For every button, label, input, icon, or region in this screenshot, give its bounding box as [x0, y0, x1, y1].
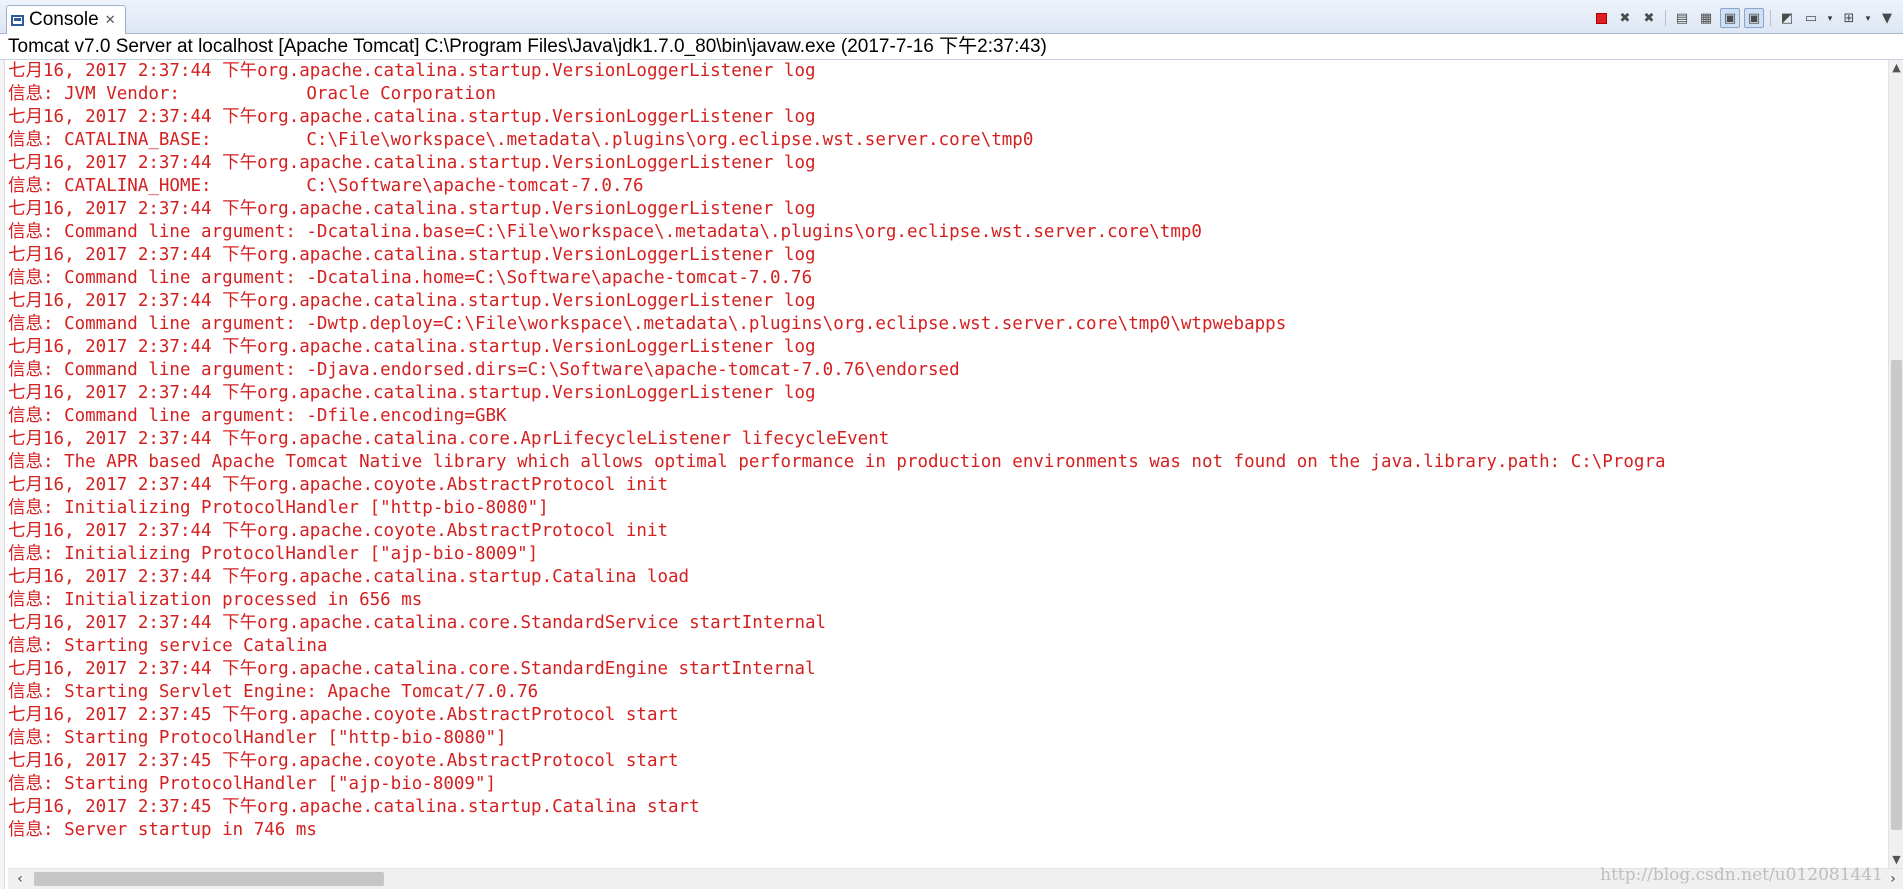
chevron-down-icon[interactable]: ▾: [1863, 13, 1873, 24]
scroll-lock-icon[interactable]: ▦: [1696, 8, 1716, 28]
log-line: 信息: The APR based Apache Tomcat Native l…: [8, 452, 1666, 472]
log-line: 七月16, 2017 2:37:45 下午org.apache.coyote.A…: [8, 705, 679, 725]
log-line: 七月16, 2017 2:37:44 下午org.apache.catalina…: [8, 337, 816, 357]
close-icon[interactable]: ✕: [105, 12, 116, 28]
log-line: 七月16, 2017 2:37:45 下午org.apache.coyote.A…: [8, 751, 679, 771]
console-toolbar: ✖ ✖ ▤ ▦ ▣ ▣ ◩ ▭ ▾ ⊞ ▾ ▼: [1591, 8, 1897, 28]
log-line: 信息: Starting Servlet Engine: Apache Tomc…: [8, 682, 539, 702]
display-selected-console-icon[interactable]: ▭: [1801, 8, 1821, 28]
log-line: 信息: CATALINA_HOME: C:\Software\apache-to…: [8, 176, 644, 196]
log-line: 七月16, 2017 2:37:45 下午org.apache.catalina…: [8, 797, 700, 817]
log-line: 七月16, 2017 2:37:44 下午org.apache.coyote.A…: [8, 521, 669, 541]
log-line: 信息: CATALINA_BASE: C:\File\workspace\.me…: [8, 130, 1034, 150]
log-line: 信息: Initializing ProtocolHandler ["ajp-b…: [8, 544, 539, 564]
log-line: 七月16, 2017 2:37:44 下午org.apache.catalina…: [8, 61, 816, 81]
show-stdout-icon[interactable]: ▣: [1720, 8, 1740, 28]
vertical-scroll-thumb[interactable]: [1891, 360, 1902, 830]
log-line: 信息: Starting ProtocolHandler ["ajp-bio-8…: [8, 774, 497, 794]
scroll-left-icon[interactable]: ‹: [12, 869, 28, 889]
console-view: Console ✕ ✖ ✖ ▤ ▦ ▣ ▣ ◩ ▭ ▾ ⊞ ▾ ▼ Tomcat…: [0, 0, 1903, 889]
log-line: 七月16, 2017 2:37:44 下午org.apache.catalina…: [8, 245, 816, 265]
scroll-right-icon[interactable]: ›: [1885, 869, 1901, 889]
tab-title: Console: [29, 9, 99, 30]
console-output[interactable]: 七月16, 2017 2:37:44 下午org.apache.catalina…: [8, 60, 1888, 860]
view-menu-icon[interactable]: ▼: [1877, 8, 1897, 28]
process-label: Tomcat v7.0 Server at localhost [Apache …: [0, 34, 1903, 60]
log-line: 信息: Server startup in 746 ms: [8, 820, 317, 840]
log-line: 信息: Starting service Catalina: [8, 636, 328, 656]
editor-left-margin: [0, 60, 5, 889]
clear-console-icon[interactable]: ▤: [1672, 8, 1692, 28]
open-console-icon[interactable]: ⊞: [1839, 8, 1859, 28]
log-line: 七月16, 2017 2:37:44 下午org.apache.catalina…: [8, 659, 816, 679]
log-line: 信息: Command line argument: -Dcatalina.ho…: [8, 268, 813, 288]
scroll-up-icon[interactable]: ▲: [1889, 60, 1903, 76]
remove-all-terminated-icon[interactable]: ✖: [1639, 8, 1659, 28]
watermark: http://blog.csdn.net/u012081441: [1600, 865, 1883, 885]
log-line: 七月16, 2017 2:37:44 下午org.apache.catalina…: [8, 107, 816, 127]
log-line: 信息: Starting ProtocolHandler ["http-bio-…: [8, 728, 507, 748]
log-line: 信息: Command line argument: -Dfile.encodi…: [8, 406, 507, 426]
log-line: 七月16, 2017 2:37:44 下午org.apache.catalina…: [8, 153, 816, 173]
log-line: 七月16, 2017 2:37:44 下午org.apache.catalina…: [8, 613, 827, 633]
tab-console[interactable]: Console ✕: [6, 5, 126, 34]
log-line: 信息: Initialization processed in 656 ms: [8, 590, 423, 610]
scroll-down-icon[interactable]: ▼: [1889, 852, 1903, 868]
log-line: 七月16, 2017 2:37:44 下午org.apache.catalina…: [8, 567, 690, 587]
toolbar-separator: [1665, 10, 1666, 26]
log-line: 七月16, 2017 2:37:44 下午org.apache.catalina…: [8, 199, 816, 219]
toolbar-separator: [1770, 10, 1771, 26]
horizontal-scroll-thumb[interactable]: [34, 872, 384, 886]
console-icon: [11, 14, 24, 26]
terminate-icon[interactable]: [1591, 8, 1611, 28]
log-line: 信息: Initializing ProtocolHandler ["http-…: [8, 498, 549, 518]
tab-bar: Console ✕ ✖ ✖ ▤ ▦ ▣ ▣ ◩ ▭ ▾ ⊞ ▾ ▼: [0, 0, 1903, 34]
log-line: 信息: Command line argument: -Dcatalina.ba…: [8, 222, 1202, 242]
log-line: 七月16, 2017 2:37:44 下午org.apache.coyote.A…: [8, 475, 669, 495]
vertical-scrollbar[interactable]: ▲ ▼: [1888, 60, 1903, 868]
show-stderr-icon[interactable]: ▣: [1744, 8, 1764, 28]
log-line: 信息: Command line argument: -Dwtp.deploy=…: [8, 314, 1287, 334]
log-line: 七月16, 2017 2:37:44 下午org.apache.catalina…: [8, 429, 890, 449]
log-line: 信息: Command line argument: -Djava.endors…: [8, 360, 960, 380]
log-line: 七月16, 2017 2:37:44 下午org.apache.catalina…: [8, 291, 816, 311]
log-line: 七月16, 2017 2:37:44 下午org.apache.catalina…: [8, 383, 816, 403]
chevron-down-icon[interactable]: ▾: [1825, 13, 1835, 24]
remove-launch-icon[interactable]: ✖: [1615, 8, 1635, 28]
pin-console-icon[interactable]: ◩: [1777, 8, 1797, 28]
log-line: 信息: JVM Vendor: Oracle Corporation: [8, 84, 497, 104]
